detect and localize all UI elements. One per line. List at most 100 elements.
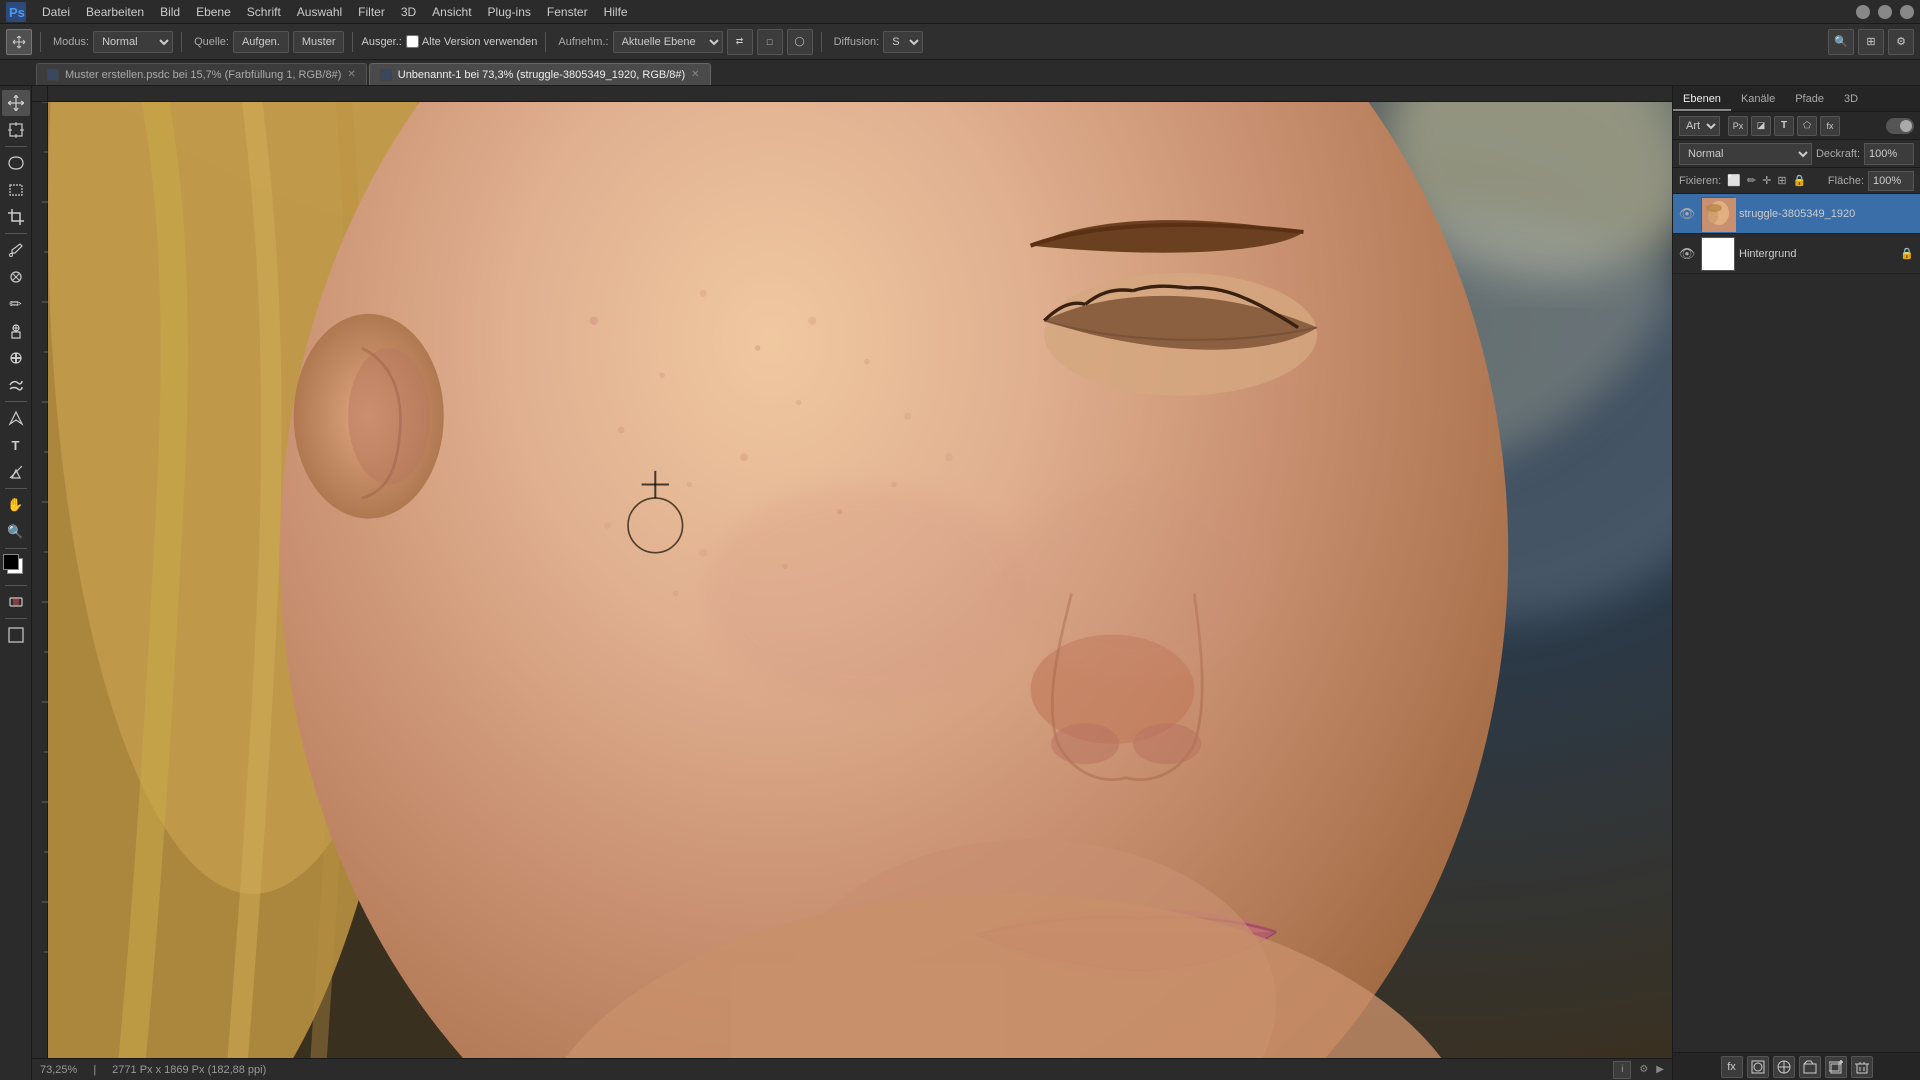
layer-fx-btn[interactable]: fx <box>1721 1056 1743 1078</box>
panel-tab-ebenen[interactable]: Ebenen <box>1673 89 1731 111</box>
blend-mode-select[interactable]: Normal <box>1679 143 1812 165</box>
layer-filter-type-btn[interactable]: T <box>1774 116 1794 136</box>
zoom-level: 73,25% <box>40 1064 77 1076</box>
version-checkbox[interactable] <box>406 35 419 48</box>
layer-filter-effect-btn[interactable]: fx <box>1820 116 1840 136</box>
svg-text:Ps: Ps <box>9 5 25 20</box>
menu-plugins[interactable]: Plug-ins <box>480 3 539 21</box>
quick-mask-tool[interactable] <box>2 589 30 615</box>
statusbar: 73,25% | 2771 Px x 1869 Px (182,88 ppi) … <box>32 1058 1672 1080</box>
screen-mode-tool[interactable] <box>2 622 30 648</box>
heal-tool[interactable] <box>2 345 30 371</box>
arrange-btn[interactable]: ⊞ <box>1858 29 1884 55</box>
artboard-tool[interactable] <box>2 117 30 143</box>
layer-new-btn[interactable] <box>1825 1056 1847 1078</box>
layer-row-1[interactable]: 👁 Hintergrund 🔒 <box>1673 234 1920 274</box>
image-dimensions: 2771 Px x 1869 Px (182,88 ppi) <box>112 1064 266 1076</box>
brush-size-btn[interactable]: ◯ <box>787 29 813 55</box>
mode-select[interactable]: Normal <box>93 31 173 53</box>
canvas-wrapper <box>32 102 1672 1058</box>
lock-all-icon[interactable]: 🔒 <box>1793 174 1807 187</box>
reference-label: Aufnehm.: <box>558 36 608 48</box>
window-maximize-btn[interactable] <box>1878 5 1892 19</box>
select-move-tool[interactable] <box>2 90 30 116</box>
layer-delete-btn[interactable] <box>1851 1056 1873 1078</box>
menu-filter[interactable]: Filter <box>350 3 393 21</box>
lock-artboard-icon[interactable]: ⊞ <box>1777 174 1786 187</box>
color-swatches[interactable] <box>3 554 29 580</box>
menu-fenster[interactable]: Fenster <box>539 3 596 21</box>
tabbar: Muster erstellen.psdc bei 15,7% (Farbfül… <box>0 60 1920 86</box>
toolbar-separator-4 <box>545 32 546 52</box>
window-close-btn[interactable] <box>1900 5 1914 19</box>
layer-group-btn[interactable] <box>1799 1056 1821 1078</box>
layer-0-visibility[interactable]: 👁 <box>1677 204 1697 224</box>
menu-datei[interactable]: Datei <box>34 3 78 21</box>
move-tool-btn[interactable] <box>6 29 32 55</box>
panel-tab-kanaele[interactable]: Kanäle <box>1731 89 1785 111</box>
tab-0[interactable]: Muster erstellen.psdc bei 15,7% (Farbfül… <box>36 63 367 85</box>
layer-adjustment-btn[interactable] <box>1773 1056 1795 1078</box>
clone-tool[interactable] <box>2 318 30 344</box>
type-tool[interactable]: T <box>2 432 30 458</box>
eyedropper-tool[interactable] <box>2 237 30 263</box>
foreground-color[interactable] <box>3 554 19 570</box>
layer-row-0[interactable]: 👁 struggle-3805349_1920 <box>1673 194 1920 234</box>
source-aufgen-btn[interactable]: Aufgen. <box>233 31 289 53</box>
window-minimize-btn[interactable] <box>1856 5 1870 19</box>
plane-btn[interactable]: □ <box>757 29 783 55</box>
settings-btn[interactable]: ⚙ <box>1888 29 1914 55</box>
menu-hilfe[interactable]: Hilfe <box>596 3 636 21</box>
status-info-btn[interactable]: i <box>1613 1061 1631 1079</box>
fill-input[interactable] <box>1868 171 1914 191</box>
tab-0-close[interactable]: ✕ <box>347 69 355 80</box>
canvas[interactable] <box>48 102 1672 1058</box>
menu-schrift[interactable]: Schrift <box>239 3 289 21</box>
brush-tool[interactable]: ✏ <box>2 291 30 317</box>
toolbox: ✏ T ✋ 🔍 <box>0 86 32 1080</box>
tab-1[interactable]: Unbenannt-1 bei 73,3% (struggle-3805349_… <box>369 63 711 85</box>
layer-filter-toggle[interactable] <box>1886 118 1914 134</box>
main-layout: ✏ T ✋ 🔍 <box>0 86 1920 1080</box>
panel-tab-3d[interactable]: 3D <box>1834 89 1868 111</box>
search-btn[interactable]: 🔍 <box>1828 29 1854 55</box>
layers-filter-select[interactable]: Art <box>1679 116 1720 136</box>
zoom-tool[interactable]: 🔍 <box>2 519 30 545</box>
menu-ebene[interactable]: Ebene <box>188 3 239 21</box>
lock-image-icon[interactable]: ✏ <box>1747 174 1756 187</box>
canvas-area: 500 550 600 650 700 750 80 <box>32 86 1672 1080</box>
image-container[interactable] <box>48 102 1672 1058</box>
menu-bild[interactable]: Bild <box>152 3 188 21</box>
marquee-tool[interactable] <box>2 177 30 203</box>
toggle-btn[interactable]: ⇄ <box>727 29 753 55</box>
layer-filter-shape-btn[interactable]: ⬠ <box>1797 116 1817 136</box>
hand-tool[interactable]: ✋ <box>2 492 30 518</box>
lock-position-icon[interactable]: ✛ <box>1762 174 1771 187</box>
menu-auswahl[interactable]: Auswahl <box>289 3 350 21</box>
layer-filter-adj-btn[interactable]: ◪ <box>1751 116 1771 136</box>
status-settings-btn[interactable]: ⚙ <box>1639 1064 1648 1075</box>
lasso-tool[interactable] <box>2 150 30 176</box>
diffusion-select[interactable]: S <box>883 31 923 53</box>
layer-1-visibility[interactable]: 👁 <box>1677 244 1697 264</box>
menu-ansicht[interactable]: Ansicht <box>424 3 479 21</box>
menu-3d[interactable]: 3D <box>393 3 424 21</box>
reference-select[interactable]: Aktuelle Ebene <box>613 31 723 53</box>
smudge-tool[interactable] <box>2 372 30 398</box>
lock-transparency-icon[interactable]: ⬜ <box>1727 174 1741 187</box>
panel-tab-pfade[interactable]: Pfade <box>1785 89 1834 111</box>
toolbar-separator-2 <box>181 32 182 52</box>
version-checkbox-label[interactable]: Alte Version verwenden <box>406 35 538 48</box>
crop-tool[interactable] <box>2 204 30 230</box>
opacity-input[interactable] <box>1864 143 1914 165</box>
source-muster-btn[interactable]: Muster <box>293 31 345 53</box>
pen-tool[interactable] <box>2 405 30 431</box>
menu-bearbeiten[interactable]: Bearbeiten <box>78 3 152 21</box>
ruler-horizontal: 500 550 600 650 700 750 80 <box>32 86 1672 102</box>
path-select-tool[interactable] <box>2 459 30 485</box>
tab-1-close[interactable]: ✕ <box>691 69 699 80</box>
layer-filter-px-btn[interactable]: Px <box>1728 116 1748 136</box>
layer-mask-btn[interactable] <box>1747 1056 1769 1078</box>
status-nav-btn[interactable]: ▶ <box>1656 1064 1664 1075</box>
patch-tool[interactable] <box>2 264 30 290</box>
